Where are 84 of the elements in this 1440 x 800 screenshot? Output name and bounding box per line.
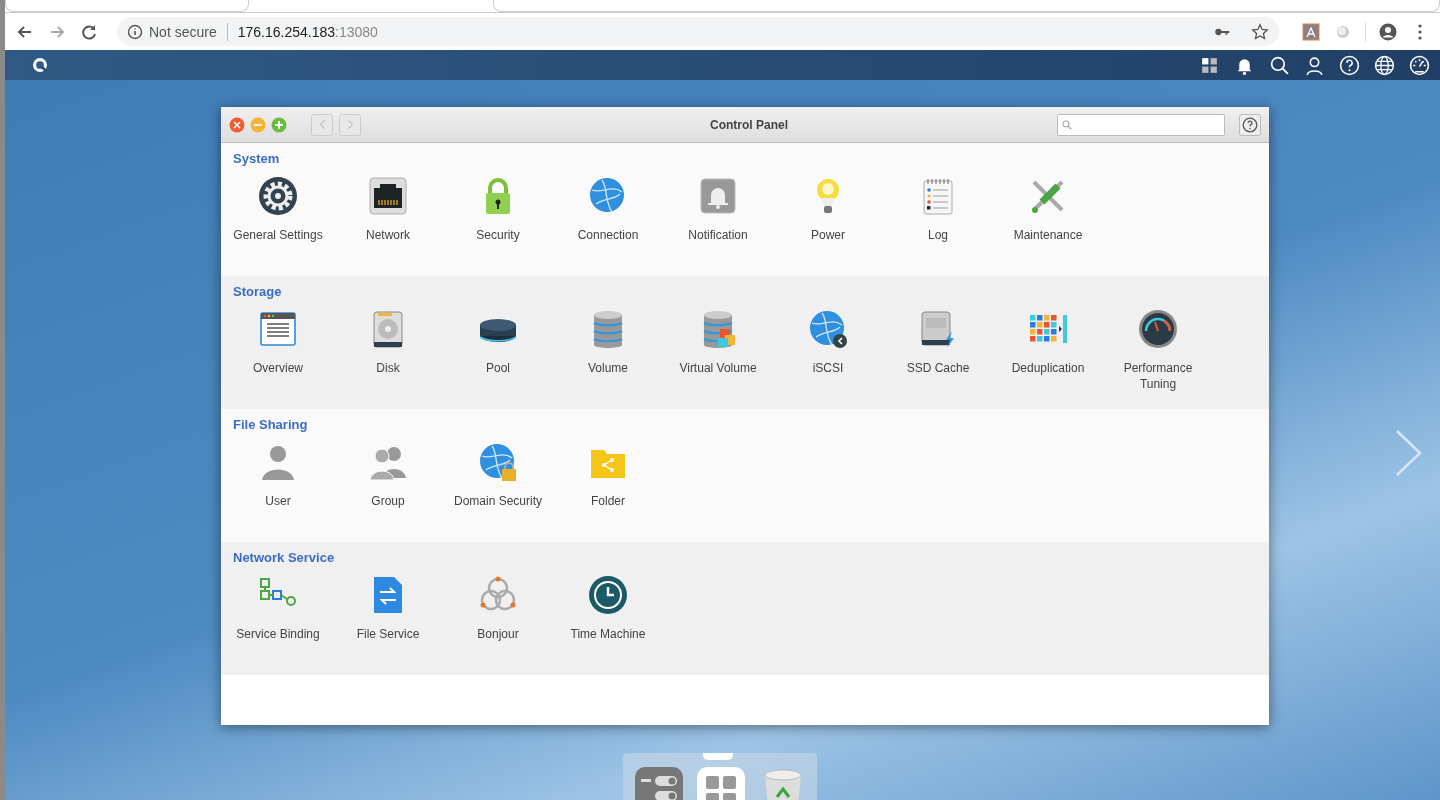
item-label: Connection [576, 227, 640, 243]
item-label: Disk [375, 360, 401, 376]
gauge-icon [1138, 309, 1178, 349]
item-label: iSCSI [811, 360, 845, 376]
ethernet-port-icon [368, 176, 408, 216]
chevron-left-icon [318, 119, 326, 130]
item-label: User [264, 493, 292, 509]
item-label: Domain Security [453, 493, 543, 509]
control-panel-item[interactable]: Group [333, 442, 443, 509]
address-bar[interactable]: Not secure 176.16.254.183:13080 [117, 17, 1279, 46]
control-panel-item[interactable]: Performance Tuning [1103, 309, 1213, 392]
item-label: Pool [485, 360, 511, 376]
window-title: Control Panel [709, 117, 789, 132]
gauge-icon[interactable] [1409, 54, 1430, 76]
close-icon[interactable] [229, 116, 245, 133]
search-icon[interactable] [1269, 54, 1290, 76]
url-port: :13080 [335, 23, 378, 40]
help-button[interactable] [1239, 113, 1261, 136]
control-panel-item[interactable]: General Settings [223, 176, 333, 243]
item-label: Group [370, 493, 406, 509]
user-icon[interactable] [1304, 54, 1325, 76]
dock-handle[interactable] [703, 753, 733, 760]
globe-padlock-icon [478, 442, 518, 482]
item-label: Log [927, 227, 949, 243]
control-panel-item[interactable]: Notification [663, 176, 773, 243]
item-label: Virtual Volume [678, 360, 758, 376]
pdf-extension-icon[interactable] [1301, 21, 1321, 42]
control-panel-item[interactable]: Power [773, 176, 883, 243]
item-label: Maintenance [1012, 227, 1084, 243]
item-label: General Settings [233, 227, 323, 243]
star-icon[interactable] [1251, 22, 1269, 41]
globe-badge-icon [808, 309, 848, 349]
item-label: Deduplication [1010, 360, 1086, 376]
control-panel-item[interactable]: Connection [553, 176, 663, 243]
section-title: File Sharing [233, 417, 308, 432]
control-panel-item[interactable]: Domain Security [443, 442, 553, 509]
control-panel-item[interactable]: Maintenance [993, 176, 1103, 243]
control-panel-item[interactable]: iSCSI [773, 309, 883, 392]
profile-icon[interactable] [1378, 21, 1398, 42]
url-host: 176.16.254.183 [237, 23, 336, 40]
control-panel-item[interactable]: Volume [553, 309, 663, 392]
help-icon[interactable] [1339, 54, 1360, 76]
control-panel-item[interactable]: User [223, 442, 333, 509]
control-panel-item[interactable]: Security [443, 176, 553, 243]
item-label: Overview [252, 360, 304, 376]
chevron-right-icon [346, 119, 354, 130]
control-panel-item[interactable]: Network [333, 176, 443, 243]
control-panel-item[interactable]: Overview [223, 309, 333, 392]
item-label: Power [810, 227, 846, 243]
item-label: SSD Cache [905, 360, 971, 376]
section-title: System [233, 151, 280, 166]
item-label: File Service [355, 626, 421, 642]
control-panel-item[interactable]: Disk [333, 309, 443, 392]
item-label: Security [475, 227, 521, 243]
gear-icon [258, 176, 298, 216]
control-panel-item[interactable]: Bonjour [443, 575, 553, 642]
control-panel-item[interactable]: Time Machine [553, 575, 663, 642]
item-label: Bonjour [476, 626, 520, 642]
control-panel-item[interactable]: SSD Cache [883, 309, 993, 392]
search-field[interactable] [1057, 113, 1225, 136]
globe-icon[interactable] [1374, 54, 1395, 76]
control-panel-item[interactable]: Deduplication [993, 309, 1103, 392]
section-title: Network Service [233, 550, 335, 565]
item-label: Notification [687, 227, 749, 243]
section-title: Storage [233, 284, 282, 299]
control-panel-item[interactable]: Pool [443, 309, 553, 392]
security-label: Not secure [149, 23, 217, 40]
clock-icon [588, 575, 628, 615]
control-panel-item[interactable]: Log [883, 176, 993, 243]
item-label: Volume [587, 360, 629, 376]
item-label: Folder [590, 493, 626, 509]
control-panel-item[interactable]: Service Binding [223, 575, 333, 642]
control-panel-item[interactable]: Folder [553, 442, 663, 509]
item-label: Performance Tuning [1122, 360, 1194, 392]
window-list-icon [258, 309, 298, 349]
info-icon[interactable] [127, 23, 143, 40]
bell-icon [698, 176, 738, 216]
item-label: Network [365, 227, 411, 243]
item-label: Time Machine [569, 626, 647, 642]
logo-icon[interactable] [31, 56, 49, 74]
item-label: Service Binding [235, 626, 321, 642]
search-icon [1062, 117, 1072, 132]
control-panel-item[interactable]: File Service [333, 575, 443, 642]
control-panel-item[interactable]: Virtual Volume [663, 309, 773, 392]
